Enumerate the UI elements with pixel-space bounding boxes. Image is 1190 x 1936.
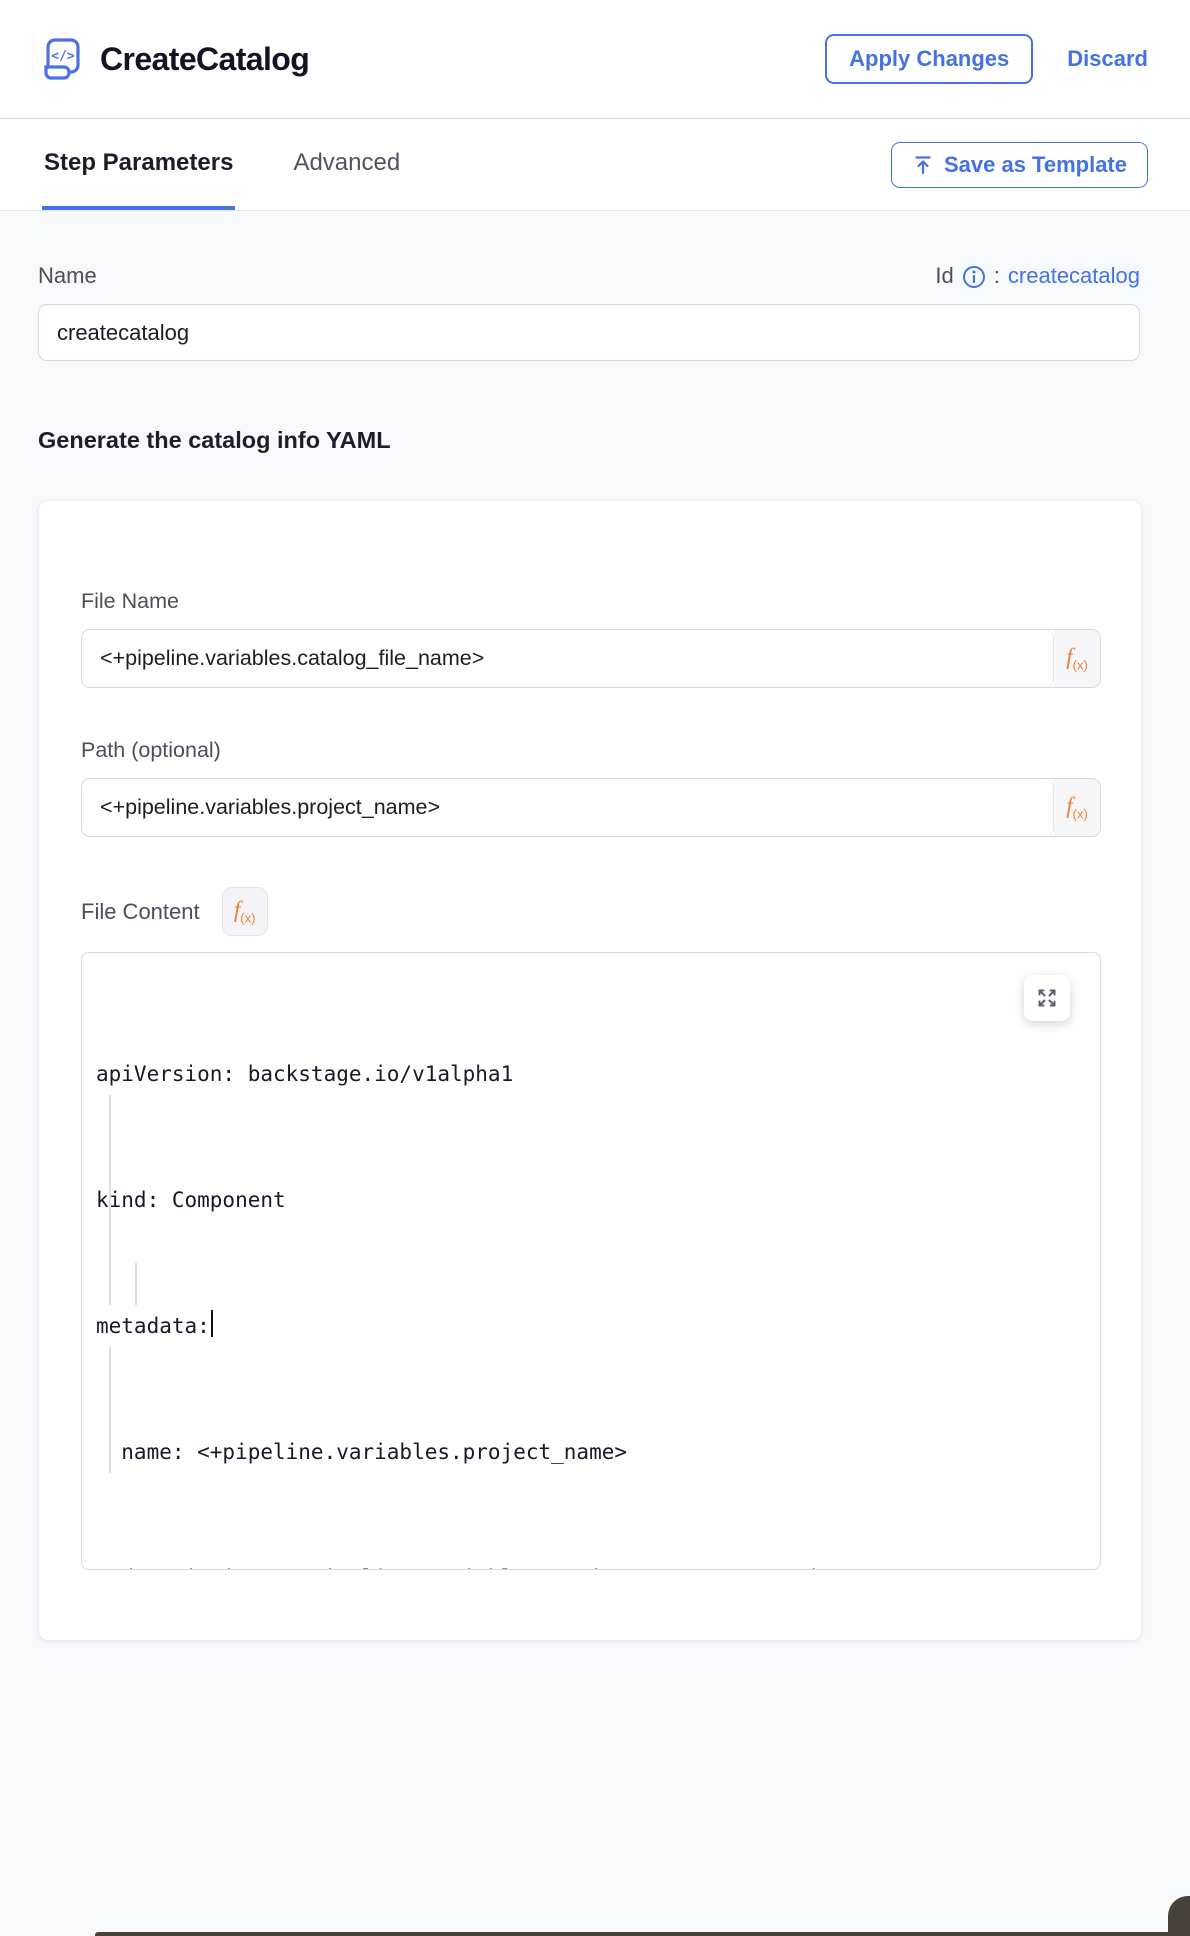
tab-bar: Step Parameters Advanced Save as Templat…	[0, 119, 1190, 211]
id-label: Id	[935, 263, 953, 289]
script-code-icon: </>	[42, 37, 82, 81]
name-label: Name	[38, 263, 97, 289]
indent-guide	[109, 1095, 111, 1305]
tab-step-parameters[interactable]: Step Parameters	[42, 119, 235, 210]
indent-guide	[135, 1263, 137, 1305]
name-row: Name Id : createcatalog	[38, 263, 1140, 289]
apply-changes-button[interactable]: Apply Changes	[825, 34, 1033, 84]
expression-fx-icon: f(x)	[234, 897, 256, 926]
step-id-value: createcatalog	[1008, 263, 1140, 289]
step-form-card: File Name f(x) Path (optional) f(x)	[38, 500, 1142, 1641]
name-input[interactable]	[38, 304, 1140, 361]
text-cursor	[211, 1310, 214, 1337]
file-name-field: File Name f(x)	[81, 589, 1099, 688]
code-line: name: <+pipeline.variables.project_name>	[96, 1431, 1086, 1473]
file-content-label-row: File Content f(x)	[81, 887, 1099, 936]
file-name-input[interactable]	[82, 630, 1054, 687]
tab-advanced[interactable]: Advanced	[291, 119, 402, 210]
save-as-template-label: Save as Template	[944, 152, 1127, 178]
step-id-group: Id : createcatalog	[935, 263, 1140, 289]
code-line: kind: Component	[96, 1179, 1086, 1221]
path-input[interactable]	[82, 779, 1054, 836]
step-config-panel: </> CreateCatalog Apply Changes Discard …	[0, 0, 1190, 1936]
indent-guide	[109, 1347, 111, 1473]
file-name-fx-button[interactable]: f(x)	[1054, 630, 1100, 687]
discard-button[interactable]: Discard	[1067, 46, 1148, 72]
path-label: Path (optional)	[81, 738, 221, 762]
bottom-panel-corner	[1168, 1896, 1190, 1936]
path-input-group: f(x)	[81, 778, 1101, 837]
header: </> CreateCatalog Apply Changes Discard	[0, 0, 1190, 119]
code-line: description: <+pipeline.variables.projec…	[96, 1557, 1086, 1570]
page-title: CreateCatalog	[100, 41, 309, 78]
svg-text:</>: </>	[51, 49, 75, 64]
expand-editor-button[interactable]	[1024, 975, 1070, 1021]
file-name-label: File Name	[81, 589, 179, 613]
id-separator: :	[994, 263, 1000, 289]
code-line: metadata:	[96, 1305, 1086, 1347]
step-parameters-panel: Name Id : createcatalog Generate the cat…	[0, 211, 1190, 1641]
section-heading: Generate the catalog info YAML	[38, 427, 1142, 454]
file-name-input-group: f(x)	[81, 629, 1101, 688]
path-fx-button[interactable]: f(x)	[1054, 779, 1100, 836]
header-actions: Apply Changes Discard	[825, 34, 1148, 84]
upload-to-bar-icon	[912, 154, 934, 176]
bottom-panel-edge	[95, 1932, 1190, 1936]
file-content-editor[interactable]: apiVersion: backstage.io/v1alpha1 kind: …	[81, 952, 1101, 1570]
file-content-fx-button[interactable]: f(x)	[222, 887, 268, 936]
path-field: Path (optional) f(x)	[81, 738, 1099, 837]
code-line: apiVersion: backstage.io/v1alpha1	[96, 1053, 1086, 1095]
info-circle-icon[interactable]	[962, 265, 986, 289]
yaml-code: apiVersion: backstage.io/v1alpha1 kind: …	[82, 953, 1100, 1570]
expand-fullscreen-icon	[1036, 987, 1058, 1009]
expression-fx-icon: f(x)	[1066, 793, 1088, 822]
file-content-label: File Content	[81, 899, 200, 925]
expression-fx-icon: f(x)	[1066, 644, 1088, 673]
save-as-template-button[interactable]: Save as Template	[891, 142, 1148, 188]
